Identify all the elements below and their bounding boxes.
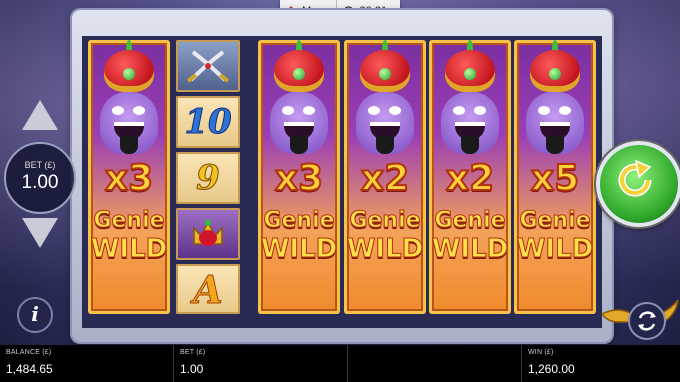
reel-cell xyxy=(176,40,240,92)
win-section: WIN (£) 1,260.00 xyxy=(522,345,680,382)
spin-arrow-icon xyxy=(618,159,652,197)
bet-display: BET (£) 1.00 xyxy=(4,142,76,214)
genie-face-icon xyxy=(270,92,328,154)
balance-value: 1,484.65 xyxy=(6,362,53,376)
wild-genie-text: Genie xyxy=(263,208,335,234)
reel-4-genie-wild: x2 Genie WILD xyxy=(344,40,426,314)
bet-decrease-button[interactable] xyxy=(22,218,58,248)
wild-wild-text: WILD xyxy=(90,234,168,265)
info-button[interactable]: i xyxy=(17,297,53,333)
wild-multiplier: x3 xyxy=(104,157,154,200)
bet-section: BET (£) 1.00 xyxy=(174,345,348,382)
status-bar: BALANCE (£) 1,484.65 BET (£) 1.00 WIN (£… xyxy=(0,345,680,382)
ruby-crown-icon xyxy=(193,220,223,246)
reel-2: 10 9 A xyxy=(176,40,240,314)
autoplay-icon xyxy=(638,311,656,331)
bet-control-label: BET (£) xyxy=(24,160,56,170)
gem-icon xyxy=(464,68,476,80)
reel-cell xyxy=(176,208,240,260)
wild-multiplier: x3 xyxy=(274,157,324,200)
bet-increase-button[interactable] xyxy=(22,100,58,130)
wild-multiplier: x5 xyxy=(530,157,580,200)
wild-wild-text: WILD xyxy=(346,234,424,265)
wild-genie-text: Genie xyxy=(349,208,421,234)
crossed-swords-icon xyxy=(186,50,230,83)
spin-button[interactable] xyxy=(596,141,680,227)
balance-label: BALANCE (£) xyxy=(6,349,52,356)
wild-multiplier: x2 xyxy=(445,157,495,200)
reel-6-genie-wild: x5 Genie WILD xyxy=(514,40,596,314)
balance-section: BALANCE (£) 1,484.65 xyxy=(0,345,174,382)
empty-section xyxy=(348,345,522,382)
bet-control-value: 1.00 xyxy=(21,172,59,193)
wild-genie-text: Genie xyxy=(434,208,506,234)
reel-1-genie-wild: x3 Genie WILD xyxy=(88,40,170,314)
genie-face-icon xyxy=(100,92,158,154)
wild-multiplier: x2 xyxy=(360,157,410,200)
genie-face-icon xyxy=(441,92,499,154)
symbol-a: A xyxy=(193,266,224,312)
bet-value: 1.00 xyxy=(180,362,204,376)
reel-cell: 10 xyxy=(176,96,240,148)
wild-wild-text: WILD xyxy=(260,234,338,265)
gem-icon xyxy=(123,68,135,80)
reel-5-genie-wild: x2 Genie WILD xyxy=(429,40,511,314)
reel-cell: 9 xyxy=(176,152,240,204)
wild-genie-text: Genie xyxy=(519,208,591,234)
bet-label: BET (£) xyxy=(180,349,206,356)
symbol-9: 9 xyxy=(196,158,221,199)
wild-wild-text: WILD xyxy=(516,234,594,265)
gem-icon xyxy=(379,68,391,80)
genie-face-icon xyxy=(356,92,414,154)
info-icon: i xyxy=(31,302,39,326)
gem-icon xyxy=(293,68,305,80)
win-value: 1,260.00 xyxy=(528,362,575,376)
gem-icon xyxy=(549,68,561,80)
wild-wild-text: WILD xyxy=(431,234,509,265)
autoplay-button[interactable] xyxy=(628,302,666,340)
reel-3-genie-wild: x3 Genie WILD xyxy=(258,40,340,314)
genie-face-icon xyxy=(526,92,584,154)
reel-cell: A xyxy=(176,264,240,314)
win-label: WIN (£) xyxy=(528,349,554,356)
wild-genie-text: Genie xyxy=(93,208,165,234)
symbol-10: 10 xyxy=(184,102,232,143)
